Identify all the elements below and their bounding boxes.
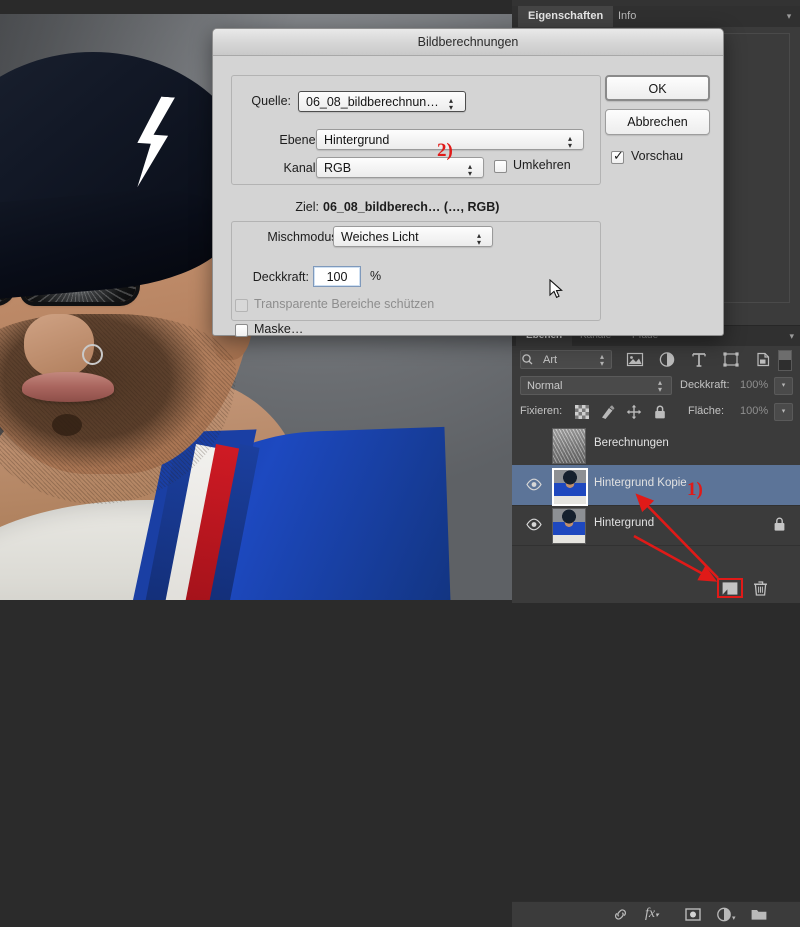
layer-blend-row: Normal ▴ ▾ Deckkraft: 100% ▾ (512, 373, 800, 400)
preview-label[interactable]: Vorschau (631, 149, 683, 163)
ok-button[interactable]: OK (605, 75, 710, 101)
dialog-title: Bildberechnungen (213, 29, 723, 56)
eye-icon[interactable] (526, 478, 542, 491)
layer-filter-row: Art ▴ ▾ (512, 346, 800, 374)
opacity-input[interactable]: 100 (313, 266, 361, 287)
layer-lock-row: Fixieren: Fläche: 100% ▾ (512, 399, 800, 426)
shape-layer-icon[interactable] (722, 351, 740, 368)
invert-label[interactable]: Umkehren (513, 158, 571, 172)
properties-panel-menu-icon[interactable]: ▾ (784, 11, 794, 21)
delete-layer-icon[interactable] (752, 580, 769, 597)
layer-blend-mode-select[interactable]: Normal (520, 376, 672, 395)
layer-blend-mode-stepper[interactable]: ▴ ▾ (658, 379, 662, 394)
lock-all-icon[interactable] (652, 404, 668, 420)
layer-label: Ebene: (279, 133, 319, 147)
canvas-top-strip (0, 0, 512, 14)
protect-transparent-label: Transparente Bereiche schützen (254, 297, 435, 311)
layer-mask-icon[interactable] (684, 906, 702, 923)
channel-label: Kanal: (283, 161, 319, 175)
check-mark-icon: ✓ (613, 148, 624, 163)
photo-nose (24, 314, 94, 378)
tab-eigenschaften[interactable]: Eigenschaften (518, 6, 614, 27)
mask-checkbox[interactable] (235, 324, 248, 337)
opacity-label: Deckkraft: (252, 270, 309, 284)
layer-style-fx-icon[interactable]: fx▾ (645, 906, 659, 923)
eye-icon[interactable] (526, 518, 542, 531)
new-layer-icon[interactable] (720, 906, 738, 923)
preview-checkbox[interactable]: ✓ (611, 148, 624, 164)
layer-thumbnail[interactable] (552, 508, 586, 544)
bildberechnungen-dialog: Bildberechnungen Quelle: 06_08_bildberec… (212, 28, 724, 337)
layer-thumbnail-image (554, 470, 586, 504)
annotation-label-2: 2) (437, 140, 453, 161)
layers-panel: Ebenen Kanäle Pfade ▾ Art ▴▾ (512, 326, 800, 927)
tab-info[interactable]: Info (608, 6, 646, 27)
source-select[interactable]: 06_08_bildberechnun… (298, 91, 466, 112)
filter-toggle-icon[interactable] (778, 350, 792, 371)
layers-bottom-bar: fx▾ ▾ (512, 901, 800, 927)
layer-opacity-stepper[interactable]: ▾ (774, 377, 793, 395)
target-value: 06_08_bildberech… (…, RGB) (323, 200, 500, 214)
layer-opacity-value[interactable]: 100% (740, 379, 768, 391)
blend-mode-stepper[interactable]: ▴ ▾ (477, 232, 481, 247)
layer-thumbnail-image (553, 429, 585, 463)
channel-select[interactable]: RGB (316, 157, 484, 178)
blend-mode-label: Mischmodus: (267, 230, 341, 244)
lock-icon (774, 517, 785, 531)
cancel-button[interactable]: Abbrechen (605, 109, 710, 135)
lock-transparency-icon[interactable] (574, 404, 590, 420)
new-group-icon[interactable] (750, 906, 768, 923)
source-select-stepper[interactable]: ▴ ▾ (449, 97, 453, 112)
link-layers-icon[interactable] (612, 906, 630, 923)
layer-thumbnail[interactable] (552, 428, 586, 464)
invert-checkbox[interactable] (494, 160, 507, 173)
table-row[interactable]: Hintergrund (512, 505, 800, 546)
channel-select-stepper[interactable]: ▴ ▾ (468, 163, 472, 178)
pixel-layer-icon[interactable] (626, 351, 644, 368)
type-layer-icon[interactable] (690, 351, 708, 368)
lock-image-icon[interactable] (600, 404, 616, 420)
layer-name: Berechnungen (594, 437, 669, 449)
annotation-label-1: 1) (687, 479, 703, 500)
search-icon (522, 354, 533, 365)
blend-mode-select[interactable]: Weiches Licht (333, 226, 493, 247)
layer-thumbnail-image (553, 509, 585, 543)
photo-nose-ring (82, 344, 103, 365)
photo-soul-patch (52, 414, 82, 436)
table-row[interactable]: Berechnungen (512, 425, 800, 466)
new-layer-button-highlight (717, 578, 743, 598)
target-label: Ziel: (295, 200, 319, 214)
layer-list: Berechnungen Hintergrund Kopie Hintergru… (512, 425, 800, 566)
layer-select-stepper[interactable]: ▴ ▾ (568, 135, 572, 150)
table-row[interactable]: Hintergrund Kopie (512, 465, 800, 506)
layer-fill-label: Fläche: (688, 405, 725, 417)
layer-name: Hintergrund Kopie (594, 477, 687, 489)
layers-panel-menu-icon[interactable]: ▾ (789, 331, 794, 342)
properties-panel-tabbar: Eigenschaften Info ▾ (512, 6, 800, 28)
layer-fill-stepper[interactable]: ▾ (774, 403, 793, 421)
layer-fill-value[interactable]: 100% (740, 405, 768, 417)
adjustment-layer-icon[interactable] (658, 351, 676, 368)
smart-object-icon[interactable] (754, 351, 772, 368)
source-label: Quelle: (251, 94, 291, 108)
opacity-unit: % (370, 269, 382, 283)
layer-thumbnail[interactable] (552, 468, 588, 506)
photo-lips (22, 372, 114, 402)
mask-label[interactable]: Maske… (254, 322, 303, 336)
protect-transparent-checkbox (235, 299, 248, 312)
layer-name: Hintergrund (594, 517, 655, 529)
lock-position-icon[interactable] (626, 404, 642, 420)
photoshop-window: Eigenschaften Info ▾ Ebenen Kanäle Pfade… (0, 0, 800, 927)
layer-lock-label: Fixieren: (520, 405, 563, 417)
mouse-cursor (549, 279, 563, 299)
layer-opacity-label: Deckkraft: (680, 379, 730, 391)
